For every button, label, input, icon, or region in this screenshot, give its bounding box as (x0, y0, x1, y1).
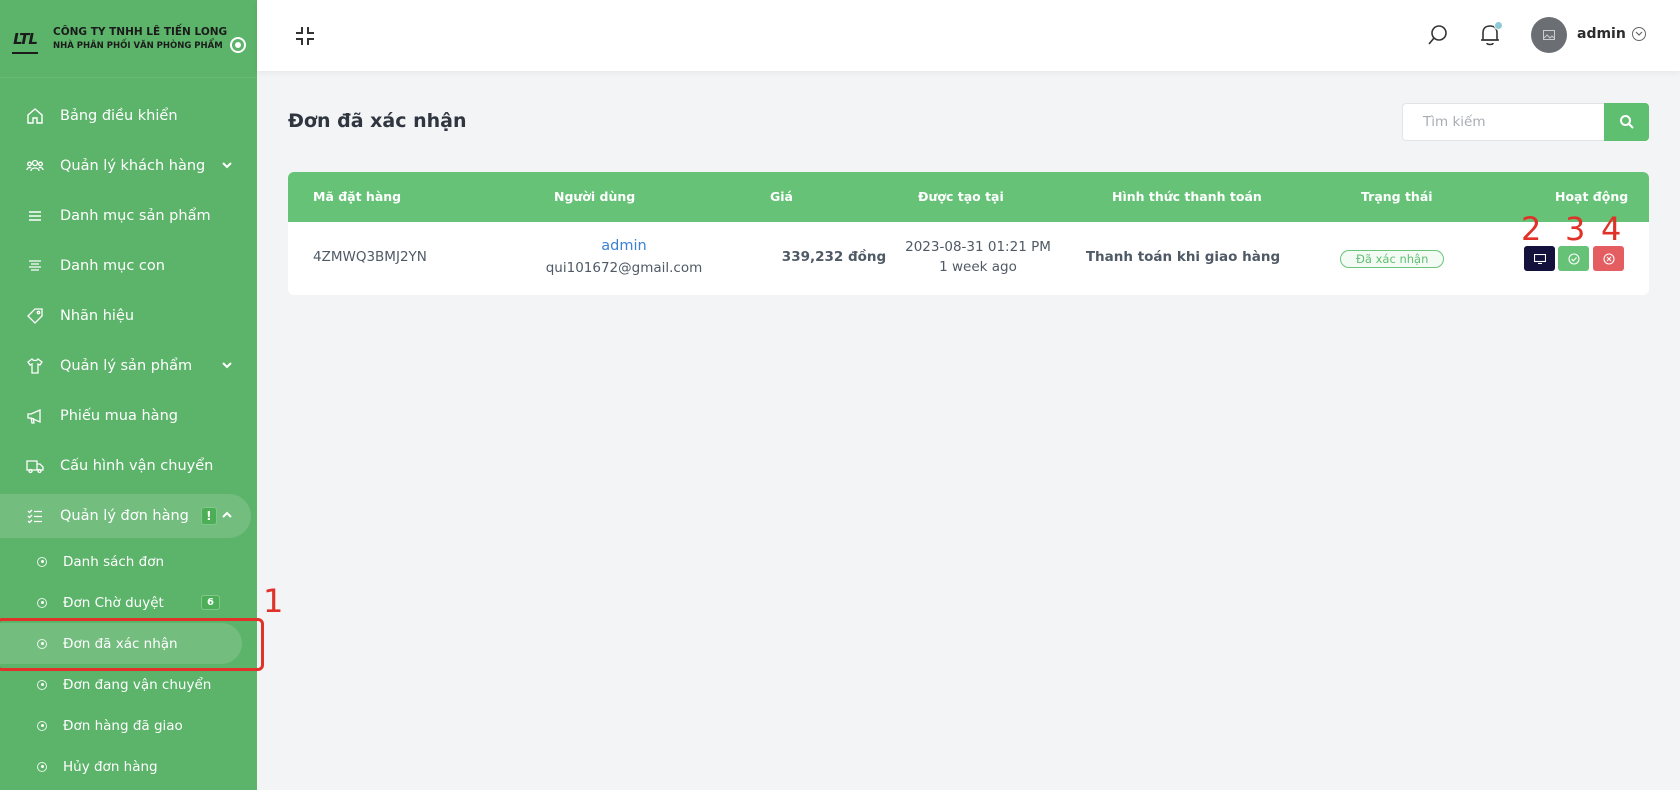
truck-icon (26, 457, 44, 475)
sidebar-subitem-pending-orders[interactable]: Đơn Chờ duyệt 6 (0, 582, 257, 623)
circle-dot-icon (37, 597, 47, 608)
sidebar-subitem-label: Đơn đang vận chuyển (63, 676, 212, 693)
list-icon (26, 207, 44, 225)
x-circle-icon (1602, 252, 1615, 265)
check-circle-icon (1567, 252, 1580, 265)
annotation-highlight-box (0, 618, 264, 671)
sidebar-item-label: Quản lý sản phẩm (60, 358, 193, 374)
user-email: qui101672@gmail.com (545, 260, 703, 276)
table-header: Mã đặt hàng Người dùng Giá Được tạo tại … (288, 172, 1649, 222)
sidebar-item-label: Phiếu mua hàng (60, 408, 178, 424)
confirm-order-button[interactable] (1558, 246, 1589, 271)
sidebar-item-product-categories[interactable]: Danh mục sản phẩm (0, 191, 257, 241)
sidebar-menu: Bảng điều khiển Quản lý khách hàng Danh … (0, 91, 257, 787)
created-ago: 1 week ago (939, 259, 1017, 275)
sidebar-item-label: Quản lý khách hàng (60, 158, 206, 174)
brand-line2: NHÀ PHÂN PHỐI VĂN PHÒNG PHẨM (53, 40, 223, 51)
sidebar-item-label: Quản lý đơn hàng (60, 508, 189, 524)
checklist-icon (26, 507, 44, 525)
circle-dot-icon (37, 556, 47, 567)
column-header-status: Trạng thái (1361, 189, 1433, 204)
sidebar-item-brands[interactable]: Nhãn hiệu (0, 291, 257, 341)
monitor-icon (1533, 253, 1546, 264)
circle-dot-icon (37, 761, 47, 772)
user-cell: admin qui101672@gmail.com (498, 222, 750, 295)
sidebar-item-customers[interactable]: Quản lý khách hàng (0, 141, 257, 191)
page-title: Đơn đã xác nhận (288, 110, 467, 132)
sidebar-subitem-cancelled-orders[interactable]: Hủy đơn hàng (0, 746, 257, 787)
sidebar: LTL CÔNG TY TNHH LÊ TIẾN LONG NHÀ PHÂN P… (0, 0, 257, 790)
brand-line1: CÔNG TY TNHH LÊ TIẾN LONG (53, 25, 228, 38)
search-icon (1619, 115, 1634, 129)
circle-dot-icon (37, 679, 47, 690)
annotation-3: 3 (1565, 210, 1586, 248)
column-header-user: Người dùng (554, 189, 636, 204)
notification-dot (1494, 21, 1503, 30)
created-date: 2023-08-31 01:21 PM (905, 239, 1051, 255)
table-row: 4ZMWQ3BMJ2YN admin qui101672@gmail.com 3… (288, 222, 1649, 295)
brand-text: CÔNG TY TNHH LÊ TIẾN LONG NHÀ PHÂN PHỐI … (53, 25, 227, 53)
chevron-down-icon (222, 161, 232, 172)
shirt-icon (26, 357, 44, 375)
topbar: admin (257, 0, 1680, 71)
search-form (1402, 103, 1649, 141)
column-header-created: Được tạo tại (918, 189, 1004, 204)
megaphone-icon (26, 407, 44, 425)
sidebar-subitem-order-list[interactable]: Danh sách đơn (0, 541, 257, 582)
user-link[interactable]: admin (498, 238, 750, 254)
sidebar-item-vouchers[interactable]: Phiếu mua hàng (0, 391, 257, 441)
avatar[interactable] (1531, 17, 1567, 53)
alert-badge: ! (200, 507, 217, 525)
sidebar-item-label: Danh mục con (60, 258, 165, 274)
user-name[interactable]: admin (1577, 26, 1626, 42)
sidebar-item-label: Danh mục sản phẩm (60, 208, 211, 224)
sidebar-item-dashboard[interactable]: Bảng điều khiển (0, 91, 257, 141)
annotation-2: 2 (1521, 210, 1542, 248)
sidebar-item-label: Bảng điều khiển (60, 108, 178, 124)
status-badge: Đã xác nhận (1340, 250, 1445, 268)
sidebar-pin-toggle[interactable] (230, 37, 246, 53)
order-code: 4ZMWQ3BMJ2YN (313, 249, 427, 265)
orders-table: Mã đặt hàng Người dùng Giá Được tạo tại … (288, 172, 1649, 295)
column-header-price: Giá (770, 189, 793, 204)
payment-method: Thanh toán khi giao hàng (1085, 249, 1281, 265)
sidebar-item-subcategories[interactable]: Danh mục con (0, 241, 257, 291)
sidebar-subitem-label: Đơn Chờ duyệt (63, 594, 164, 611)
view-order-button[interactable] (1524, 246, 1555, 271)
brand[interactable]: LTL CÔNG TY TNHH LÊ TIẾN LONG NHÀ PHÂN P… (0, 0, 257, 78)
annotation-4: 4 (1601, 210, 1622, 248)
search-button[interactable] (1604, 103, 1649, 141)
search-icon[interactable] (1427, 24, 1449, 46)
sidebar-subitem-label: Đơn hàng đã giao (63, 717, 183, 734)
home-icon (26, 107, 44, 125)
sublist-icon (26, 257, 44, 275)
column-header-actions: Hoạt động (1555, 189, 1629, 204)
sidebar-item-label: Nhãn hiệu (60, 308, 135, 324)
sidebar-subitem-delivered-orders[interactable]: Đơn hàng đã giao (0, 705, 257, 746)
chevron-down-icon (222, 361, 232, 372)
sidebar-item-products[interactable]: Quản lý sản phẩm (0, 341, 257, 391)
search-input[interactable] (1402, 103, 1604, 141)
sidebar-subitem-label: Danh sách đơn (63, 553, 165, 570)
pending-count-badge: 6 (201, 595, 220, 610)
sidebar-item-label: Cấu hình vận chuyển (60, 458, 214, 474)
chevron-up-icon (222, 511, 232, 522)
users-icon (26, 157, 44, 175)
column-header-code: Mã đặt hàng (313, 189, 402, 204)
cancel-order-button[interactable] (1593, 246, 1624, 271)
brand-logo: LTL (10, 26, 40, 54)
sidebar-item-orders[interactable]: Quản lý đơn hàng ! (0, 494, 251, 538)
chevron-down-circle-icon[interactable] (1632, 27, 1646, 41)
collapse-icon[interactable] (294, 25, 316, 47)
circle-dot-icon (37, 720, 47, 731)
tag-icon (26, 307, 44, 325)
annotation-1: 1 (263, 582, 284, 620)
column-header-payment: Hình thức thanh toán (1112, 189, 1262, 204)
sidebar-subitem-label: Hủy đơn hàng (63, 758, 158, 775)
sidebar-item-shipping[interactable]: Cấu hình vận chuyển (0, 441, 257, 491)
